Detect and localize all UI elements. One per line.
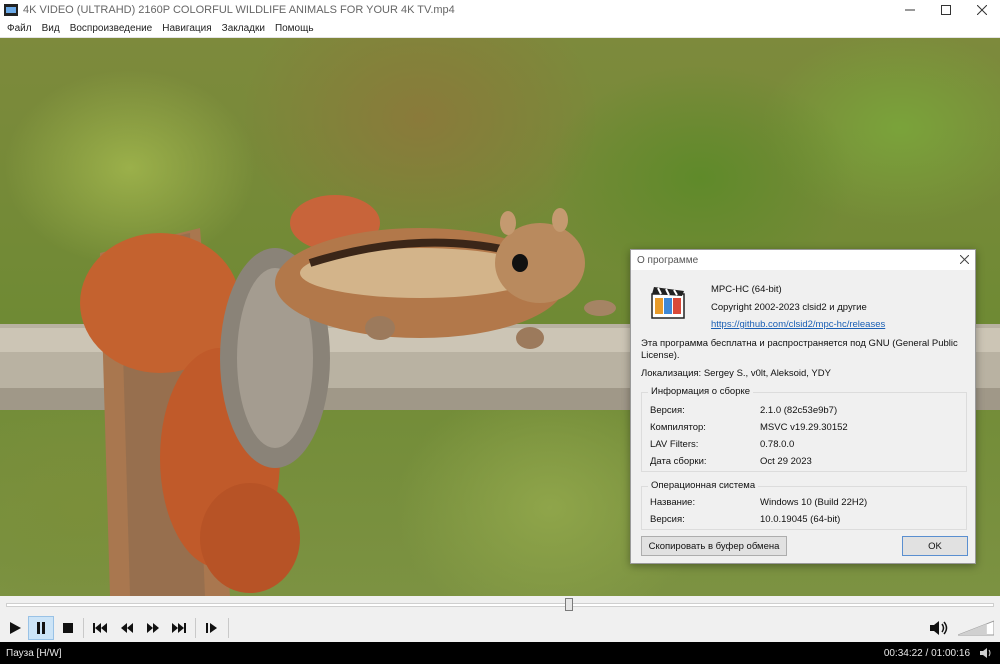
playback-status: Пауза [H/W] bbox=[6, 647, 62, 659]
stop-icon bbox=[63, 623, 73, 633]
build-row-lav: LAV Filters: 0.78.0.0 bbox=[650, 439, 966, 450]
copy-to-clipboard-button[interactable]: Скопировать в буфер обмена bbox=[641, 536, 787, 556]
separator bbox=[228, 618, 229, 638]
frame-step-icon bbox=[206, 623, 217, 633]
row-value: 0.78.0.0 bbox=[760, 439, 795, 450]
separator bbox=[195, 618, 196, 638]
releases-link[interactable]: https://github.com/clsid2/mpc-hc/release… bbox=[711, 319, 885, 330]
localization-text: Локализация: Sergey S., v0lt, Aleksoid, … bbox=[641, 368, 831, 379]
separator bbox=[83, 618, 84, 638]
menu-help[interactable]: Помощь bbox=[270, 23, 319, 34]
row-value: 2.1.0 (82c53e9b7) bbox=[760, 405, 838, 416]
minimize-icon bbox=[905, 9, 915, 11]
close-button[interactable] bbox=[964, 0, 1000, 20]
build-row-version: Версия: 2.1.0 (82c53e9b7) bbox=[650, 405, 966, 416]
product-name: MPC-HC (64-bit) bbox=[711, 284, 782, 295]
rewind-icon bbox=[121, 623, 133, 633]
menu-file[interactable]: Файл bbox=[2, 23, 37, 34]
volume-icon bbox=[930, 621, 948, 635]
row-label: Компилятор: bbox=[650, 422, 706, 433]
maximize-icon bbox=[941, 5, 951, 15]
time-display: 00:34:22 / 01:00:16 bbox=[883, 648, 970, 659]
maximize-button[interactable] bbox=[928, 0, 964, 20]
pause-button[interactable] bbox=[28, 616, 54, 640]
row-label: LAV Filters: bbox=[650, 439, 699, 450]
speaker-status-icon bbox=[980, 648, 991, 658]
mute-button[interactable] bbox=[926, 616, 952, 640]
menu-navigate[interactable]: Навигация bbox=[157, 23, 216, 34]
build-info-group: Информация о сборке Версия: 2.1.0 (82c53… bbox=[641, 386, 967, 472]
about-dialog: О программе MPC-HC (64-bit) Copyright 20… bbox=[630, 249, 976, 564]
app-icon bbox=[4, 4, 18, 16]
fast-forward-icon bbox=[147, 623, 159, 633]
build-row-date: Дата сборки: Oct 29 2023 bbox=[650, 456, 966, 467]
status-bar: Пауза [H/W] 00:34:22 / 01:00:16 bbox=[0, 642, 1000, 664]
dialog-close-button[interactable] bbox=[959, 253, 970, 267]
build-info-heading: Информация о сборке bbox=[648, 386, 754, 397]
os-row-name: Название: Windows 10 (Build 22H2) bbox=[650, 497, 966, 508]
os-info-heading: Операционная система bbox=[648, 480, 759, 491]
volume-slider[interactable] bbox=[958, 620, 994, 636]
frame-step-button[interactable] bbox=[199, 616, 225, 640]
menu-play[interactable]: Воспроизведение bbox=[65, 23, 158, 34]
row-value: Windows 10 (Build 22H2) bbox=[760, 497, 868, 508]
row-label: Версия: bbox=[650, 405, 685, 416]
skip-forward-icon bbox=[172, 623, 186, 633]
close-icon bbox=[959, 254, 970, 265]
menu-bar: Файл Вид Воспроизведение Навигация Закла… bbox=[0, 20, 1000, 38]
row-label: Версия: bbox=[650, 514, 685, 525]
previous-button[interactable] bbox=[87, 616, 113, 640]
row-value: Oct 29 2023 bbox=[760, 456, 812, 467]
close-icon bbox=[977, 5, 987, 15]
os-info-group: Операционная система Название: Windows 1… bbox=[641, 480, 967, 530]
window-title: 4K VIDEO (ULTRAHD) 2160P COLORFUL WILDLI… bbox=[23, 4, 455, 16]
next-button[interactable] bbox=[166, 616, 192, 640]
menu-favorites[interactable]: Закладки bbox=[217, 23, 270, 34]
row-value: 10.0.19045 (64-bit) bbox=[760, 514, 841, 525]
os-row-version: Версия: 10.0.19045 (64-bit) bbox=[650, 514, 966, 525]
dialog-title: О программе bbox=[637, 254, 699, 266]
dialog-title-bar: О программе bbox=[631, 250, 975, 270]
title-bar: 4K VIDEO (ULTRAHD) 2160P COLORFUL WILDLI… bbox=[0, 0, 1000, 20]
play-button[interactable] bbox=[2, 616, 28, 640]
row-label: Дата сборки: bbox=[650, 456, 707, 467]
build-row-compiler: Компилятор: MSVC v19.29.30152 bbox=[650, 422, 966, 433]
rewind-button[interactable] bbox=[114, 616, 140, 640]
mpc-logo-icon bbox=[651, 287, 685, 319]
copyright-text: Copyright 2002-2023 clsid2 и другие bbox=[711, 302, 867, 313]
minimize-button[interactable] bbox=[892, 0, 928, 20]
ok-button[interactable]: OK bbox=[902, 536, 968, 556]
fast-forward-button[interactable] bbox=[140, 616, 166, 640]
play-icon bbox=[10, 622, 21, 634]
skip-back-icon bbox=[93, 623, 107, 633]
pause-icon bbox=[37, 622, 45, 634]
seek-track[interactable] bbox=[6, 603, 994, 607]
menu-view[interactable]: Вид bbox=[37, 23, 65, 34]
playback-controls bbox=[0, 614, 1000, 642]
window-controls bbox=[892, 0, 1000, 20]
row-value: MSVC v19.29.30152 bbox=[760, 422, 848, 433]
license-text: Эта программа бесплатна и распространяет… bbox=[641, 338, 958, 361]
seek-bar[interactable] bbox=[0, 596, 1000, 614]
stop-button[interactable] bbox=[55, 616, 81, 640]
row-label: Название: bbox=[650, 497, 696, 508]
seek-thumb[interactable] bbox=[565, 598, 574, 611]
